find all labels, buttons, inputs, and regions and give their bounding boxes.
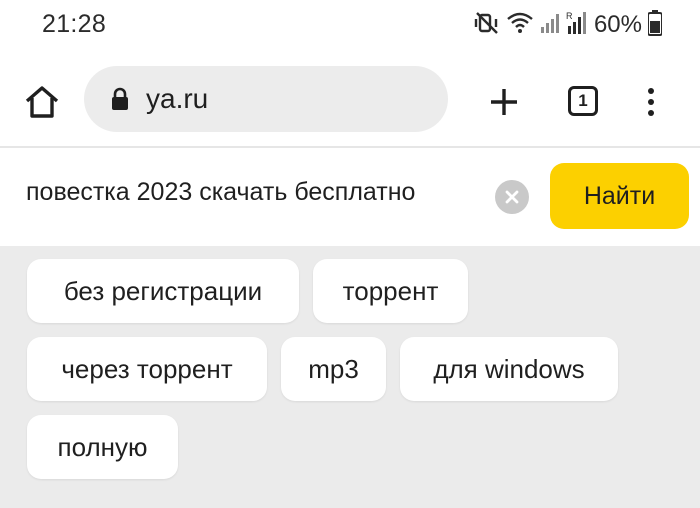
- browser-toolbar: ya.ru 1: [0, 62, 700, 142]
- suggestions-panel: без регистрации торрент через торрент mp…: [0, 246, 700, 508]
- suggestion-chip[interactable]: торрент: [313, 259, 468, 323]
- find-button[interactable]: Найти: [550, 163, 689, 229]
- new-tab-button[interactable]: [484, 82, 524, 122]
- lock-icon: [110, 86, 132, 112]
- suggestion-chip[interactable]: полную: [27, 415, 178, 479]
- clear-button[interactable]: [495, 180, 529, 214]
- suggestion-chip[interactable]: через торрент: [27, 337, 267, 401]
- tabs-button[interactable]: 1: [566, 84, 600, 118]
- plus-icon: [491, 89, 517, 115]
- suggestion-chip[interactable]: без регистрации: [27, 259, 299, 323]
- suggestion-chip[interactable]: для windows: [400, 337, 618, 401]
- signal-icon: [540, 11, 560, 40]
- status-bar: 21:28 R 60%: [0, 0, 700, 52]
- battery-percent: 60%: [593, 11, 642, 38]
- url-text: ya.ru: [146, 83, 209, 114]
- battery-icon: [647, 9, 663, 41]
- address-bar[interactable]: ya.ru: [84, 66, 448, 132]
- menu-dot: [648, 110, 654, 116]
- status-icons: R 60%: [474, 9, 663, 41]
- home-button[interactable]: [20, 80, 64, 124]
- mute-vibrate-icon: [474, 11, 500, 40]
- search-input[interactable]: повестка 2023 скачать бесплатно: [26, 178, 486, 218]
- roaming-signal-icon: R: [566, 10, 588, 41]
- home-icon: [25, 86, 59, 118]
- search-row: повестка 2023 скачать бесплатно Найти: [0, 148, 700, 246]
- tab-count: 1: [578, 91, 588, 110]
- menu-dot: [648, 99, 654, 105]
- tabs-icon: 1: [568, 86, 598, 116]
- status-time: 21:28: [42, 10, 107, 38]
- wifi-icon: [506, 11, 534, 40]
- more-menu-button[interactable]: [636, 82, 666, 122]
- close-icon: [505, 190, 519, 204]
- svg-text:R: R: [566, 11, 573, 21]
- suggestion-chip[interactable]: mp3: [281, 337, 386, 401]
- more-menu-icon: [648, 88, 654, 94]
